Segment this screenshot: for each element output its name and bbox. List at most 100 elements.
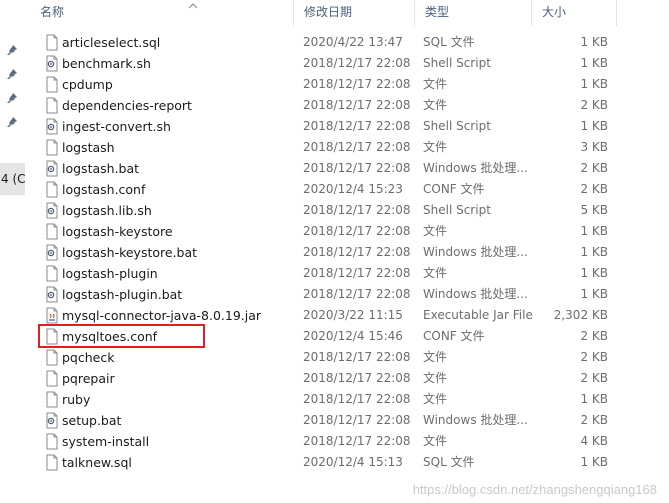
file-modified-date: 2018/12/17 22:08 [303, 350, 411, 364]
file-size: 2 KB [580, 371, 608, 385]
file-row[interactable]: setup.bat 2018/12/17 22:08 Windows 批处理... 2… [30, 410, 669, 431]
file-icon [44, 265, 60, 282]
file-row[interactable]: benchmark.sh 2018/12/17 22:08 Shell Script… [30, 53, 669, 74]
file-row[interactable]: logstash 2018/12/17 22:08 文件 3 KB [30, 137, 669, 158]
file-type: Shell Script [423, 56, 491, 70]
script-icon [44, 160, 60, 177]
file-modified-date: 2018/12/17 22:08 [303, 140, 411, 154]
file-type: CONF 文件 [423, 182, 485, 196]
file-size: 2 KB [580, 98, 608, 112]
file-row[interactable]: pqcheck 2018/12/17 22:08 文件 2 KB [30, 347, 669, 368]
file-size: 1 KB [580, 266, 608, 280]
file-icon [44, 349, 60, 366]
highlight-box [38, 324, 205, 348]
file-modified-date: 2020/12/4 15:23 [303, 182, 403, 196]
file-modified-date: 2018/12/17 22:08 [303, 434, 411, 448]
file-size: 1 KB [580, 56, 608, 70]
file-row[interactable]: pqrepair 2018/12/17 22:08 文件 2 KB [30, 368, 669, 389]
file-name: talknew.sql [62, 455, 132, 470]
file-size: 2 KB [580, 350, 608, 364]
pin-icon[interactable] [6, 68, 18, 80]
file-modified-date: 2018/12/17 22:08 [303, 287, 411, 301]
file-name: logstash.conf [62, 182, 146, 197]
file-type: SQL 文件 [423, 455, 475, 469]
file-icon [44, 34, 60, 51]
file-modified-date: 2018/12/17 22:08 [303, 203, 411, 217]
file-row[interactable]: logstash-plugin.bat 2018/12/17 22:08 Windo… [30, 284, 669, 305]
file-name: pqcheck [62, 350, 115, 365]
file-row[interactable]: logstash.lib.sh 2018/12/17 22:08 Shell Scr… [30, 200, 669, 221]
file-size: 1 KB [580, 224, 608, 238]
file-size: 3 KB [580, 140, 608, 154]
file-row[interactable]: dependencies-report 2018/12/17 22:08 文件 2 K… [30, 95, 669, 116]
file-icon [44, 370, 60, 387]
pin-icon[interactable] [6, 92, 18, 104]
file-row[interactable]: logstash.conf 2020/12/4 15:23 CONF 文件 2 KB [30, 179, 669, 200]
column-header-name[interactable]: 名称 [30, 0, 292, 26]
file-name: logstash-keystore [62, 224, 173, 239]
column-header-size[interactable]: 大小 [532, 0, 618, 26]
file-name: logstash.lib.sh [62, 203, 152, 218]
column-divider[interactable] [616, 0, 617, 26]
file-size: 5 KB [580, 203, 608, 217]
file-icon [44, 76, 60, 93]
file-size: 1 KB [580, 287, 608, 301]
nav-item-drive[interactable]: 4 (C [0, 163, 25, 195]
script-icon [44, 412, 60, 429]
column-header-date[interactable]: 修改日期 [294, 0, 412, 26]
file-type: 文件 [423, 224, 448, 238]
file-name: cpdump [62, 77, 113, 92]
file-row[interactable]: cpdump 2018/12/17 22:08 文件 1 KB [30, 74, 669, 95]
script-icon [44, 286, 60, 303]
file-modified-date: 2018/12/17 22:08 [303, 98, 411, 112]
file-modified-date: 2020/4/22 13:47 [303, 35, 403, 49]
file-icon [44, 391, 60, 408]
file-row[interactable]: ruby 2018/12/17 22:08 文件 1 KB [30, 389, 669, 410]
file-row[interactable]: articleselect.sql 2020/4/22 13:47 SQL 文件 1 … [30, 32, 669, 53]
file-type: 文件 [423, 140, 448, 154]
column-header-type[interactable]: 类型 [415, 0, 529, 26]
file-name: ingest-convert.sh [62, 119, 171, 134]
file-type: 文件 [423, 77, 448, 91]
file-modified-date: 2018/12/17 22:08 [303, 392, 411, 406]
file-name: logstash-plugin.bat [62, 287, 183, 302]
script-icon [44, 118, 60, 135]
file-row[interactable]: ingest-convert.sh 2018/12/17 22:08 Shell S… [30, 116, 669, 137]
file-type: 文件 [423, 266, 448, 280]
file-name: ruby [62, 392, 91, 407]
file-name: logstash [62, 140, 115, 155]
file-icon [44, 139, 60, 156]
file-icon [44, 454, 60, 471]
file-icon [44, 223, 60, 240]
file-name: mysql-connector-java-8.0.19.jar [62, 308, 262, 323]
file-row[interactable]: logstash.bat 2018/12/17 22:08 Windows 批处理.… [30, 158, 669, 179]
file-row[interactable]: logstash-keystore.bat 2018/12/17 22:08 Win… [30, 242, 669, 263]
file-row[interactable]: logstash-plugin 2018/12/17 22:08 文件 1 KB [30, 263, 669, 284]
script-icon [44, 244, 60, 261]
file-name: dependencies-report [62, 98, 192, 113]
file-row[interactable]: system-install 2018/12/17 22:08 文件 4 KB [30, 431, 669, 452]
file-modified-date: 2018/12/17 22:08 [303, 266, 411, 280]
navigation-pane: 4 (C [0, 0, 25, 503]
file-size: 1 KB [580, 455, 608, 469]
file-type: Windows 批处理... [423, 245, 528, 259]
file-size: 1 KB [580, 77, 608, 91]
file-row[interactable]: mysql-connector-java-8.0.19.jar 2020/3/22… [30, 305, 669, 326]
pin-icon[interactable] [6, 116, 18, 128]
file-modified-date: 2018/12/17 22:08 [303, 371, 411, 385]
file-type: Executable Jar File [423, 308, 533, 322]
file-type: Windows 批处理... [423, 161, 528, 175]
file-row[interactable]: talknew.sql 2020/12/4 15:13 SQL 文件 1 KB [30, 452, 669, 473]
file-name: logstash-plugin [62, 266, 158, 281]
file-modified-date: 2020/12/4 15:46 [303, 329, 403, 343]
file-type: 文件 [423, 371, 448, 385]
file-row[interactable]: logstash-keystore 2018/12/17 22:08 文件 1 KB [30, 221, 669, 242]
file-size: 1 KB [580, 119, 608, 133]
file-modified-date: 2018/12/17 22:08 [303, 161, 411, 175]
file-modified-date: 2020/3/22 11:15 [303, 308, 403, 322]
pin-icon[interactable] [6, 44, 18, 56]
file-name: benchmark.sh [62, 56, 151, 71]
file-name: logstash.bat [62, 161, 140, 176]
file-name: logstash-keystore.bat [62, 245, 198, 260]
file-modified-date: 2018/12/17 22:08 [303, 119, 411, 133]
